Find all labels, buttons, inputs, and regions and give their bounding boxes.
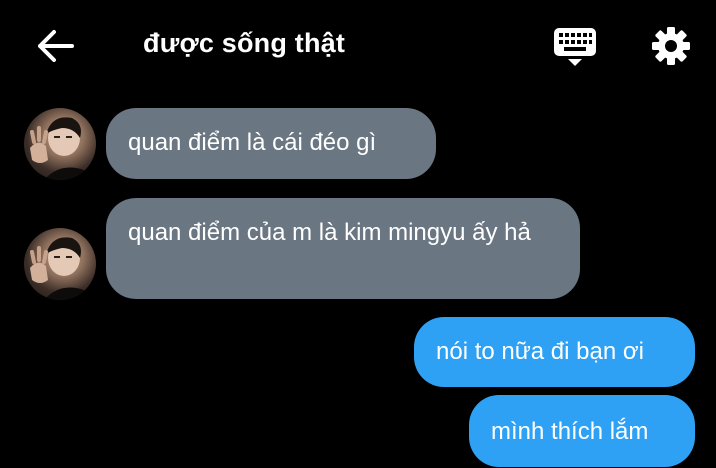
contact-avatar[interactable] [24, 228, 96, 300]
contact-avatar[interactable] [24, 108, 96, 180]
back-button[interactable] [36, 28, 76, 64]
chat-title: được sống thật [143, 28, 346, 58]
outgoing-message-bubble[interactable]: nói to nữa đi bạn ơi [414, 317, 695, 387]
avatar-photo [30, 117, 90, 180]
avatar-photo [30, 237, 90, 300]
settings-button[interactable] [649, 24, 693, 68]
keyboard-icon [554, 28, 596, 66]
arrow-left-icon [38, 30, 74, 62]
incoming-message-bubble[interactable]: quan điểm của m là kim mingyu ấy hả [106, 198, 580, 299]
outgoing-message-bubble[interactable]: mình thích lắm [469, 395, 695, 467]
top-bar: được sống thật [0, 0, 716, 92]
keyboard-button[interactable] [552, 26, 598, 68]
gear-icon [652, 27, 690, 65]
incoming-message-bubble[interactable]: quan điểm là cái đéo gì [106, 108, 436, 179]
